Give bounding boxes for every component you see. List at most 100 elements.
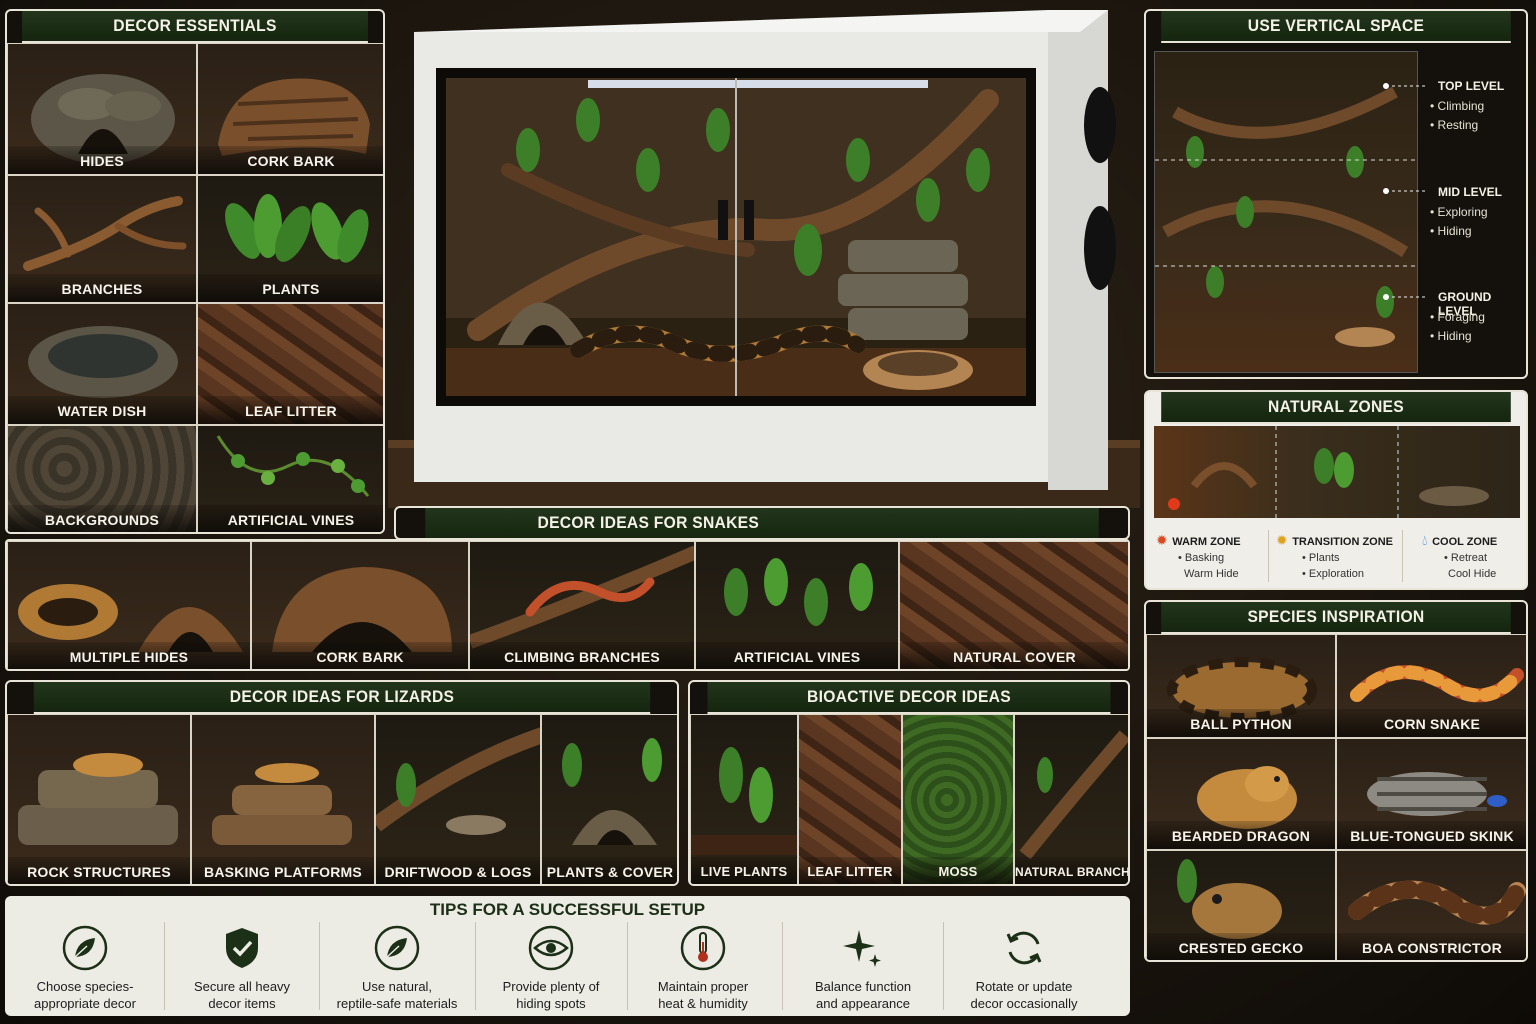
species-panel: SPECIES INSPIRATION BALL PYTHON CORN SNA…: [1144, 600, 1528, 962]
snake-label: CORK BARK: [252, 642, 468, 669]
tip-2: Secure all heavy decor items: [167, 918, 317, 1012]
lizards-panel: DECOR IDEAS FOR LIZARDS ROCK STRUCTURES …: [5, 680, 679, 886]
zone-cool: 💧︎ COOL ZONE • Retreat Cool Hide: [1422, 532, 1522, 582]
lizard-tile-driftwood-logs[interactable]: DRIFTWOOD & LOGS: [375, 714, 541, 884]
lizard-tile-rock-structures[interactable]: ROCK STRUCTURES: [7, 714, 191, 884]
terrarium-illustration: [388, 10, 1140, 508]
water-drop-icon: 💧︎: [1422, 532, 1428, 548]
tip-7-text: Rotate or update decor occasionally: [970, 979, 1078, 1011]
snake-tile-climbing-branches[interactable]: CLIMBING BRANCHES: [469, 541, 695, 669]
species-label: CRESTED GECKO: [1147, 933, 1335, 960]
level-top-use-1: • Climbing: [1430, 99, 1485, 113]
bioactive-tile-live-plants[interactable]: LIVE PLANTS: [690, 714, 798, 884]
tip-divider: [319, 922, 320, 1010]
snake-tile-cork-bark[interactable]: CORK BARK: [251, 541, 469, 669]
lizard-tile-basking-platforms[interactable]: BASKING PLATFORMS: [191, 714, 375, 884]
level-ground-use-1: • Foraging: [1430, 310, 1485, 324]
tip-3: Use natural, reptile-safe materials: [322, 918, 472, 1012]
thermometer-icon: [680, 925, 726, 971]
tips-title: TIPS FOR A SUCCESSFUL SETUP: [429, 900, 706, 919]
tip-divider: [943, 922, 944, 1010]
sun-half-icon: ✹: [1276, 532, 1288, 548]
snake-label: MULTIPLE HIDES: [8, 642, 250, 669]
snake-label: CLIMBING BRANCHES: [470, 642, 694, 669]
snake-label: NATURAL COVER: [900, 642, 1128, 669]
lizard-label: DRIFTWOOD & LOGS: [376, 857, 540, 884]
essential-label: CORK BARK: [198, 146, 383, 174]
lizards-title: DECOR IDEAS FOR LIZARDS: [33, 682, 651, 714]
essential-tile-leaf-litter[interactable]: LEAF LITTER: [197, 303, 383, 425]
tip-5: Maintain proper heat & humidity: [628, 918, 778, 1012]
bioactive-tile-leaf-litter[interactable]: LEAF LITTER: [798, 714, 902, 884]
tip-3-text: Use natural, reptile-safe materials: [336, 979, 458, 1011]
level-connector-lines: [1383, 83, 1428, 300]
species-label: BLUE-TONGUED SKINK: [1337, 821, 1526, 849]
species-label: BOA CONSTRICTOR: [1337, 933, 1526, 960]
species-tile-crested-gecko[interactable]: CRESTED GECKO: [1146, 850, 1336, 960]
essential-label: BRANCHES: [8, 274, 196, 302]
zone-transition-title: TRANSITION ZONE: [1292, 536, 1394, 548]
species-tile-bearded-dragon[interactable]: BEARDED DRAGON: [1146, 738, 1336, 850]
lizard-label: PLANTS & COVER: [542, 857, 677, 884]
level-ground-use-2: • Hiding: [1430, 329, 1472, 343]
bioactive-label: NATURAL BRANCHES: [1015, 857, 1128, 884]
level-mid-title: MID LEVEL: [1438, 185, 1503, 199]
lizard-tile-plants-cover[interactable]: PLANTS & COVER: [541, 714, 677, 884]
tip-6-text: Balance function and appearance: [814, 979, 912, 1011]
essential-tile-plants[interactable]: PLANTS: [197, 175, 383, 303]
bioactive-tile-natural-branches[interactable]: NATURAL BRANCHES: [1014, 714, 1128, 884]
zone-divider: [1268, 530, 1269, 582]
snake-tile-multiple-hides[interactable]: MULTIPLE HIDES: [7, 541, 251, 669]
tip-1-text: Choose species-appropriate decor: [34, 979, 136, 1011]
level-top-title: TOP LEVEL: [1438, 79, 1505, 93]
essential-tile-backgrounds[interactable]: BACKGROUNDS: [7, 425, 197, 532]
essential-tile-branches[interactable]: BRANCHES: [7, 175, 197, 303]
zone-cool-item-2: Cool Hide: [1448, 568, 1497, 580]
species-tile-blue-tongued-skink[interactable]: BLUE-TONGUED SKINK: [1336, 738, 1526, 850]
zone-warm: ✹ WARM ZONE • Basking Warm Hide: [1156, 532, 1266, 582]
zones-illustration: [1168, 426, 1489, 518]
sun-icon: ✹: [1156, 532, 1168, 548]
essential-label: HIDES: [8, 146, 196, 174]
tip-4-text: Provide plenty of hiding spots: [502, 979, 600, 1011]
zone-warm-item-1: • Basking: [1178, 552, 1225, 564]
natural-zones-image: [1154, 426, 1520, 518]
terrarium-hero: [388, 0, 1140, 508]
zone-cool-item-1: • Retreat: [1444, 552, 1487, 564]
species-tile-corn-snake[interactable]: CORN SNAKE: [1336, 634, 1526, 738]
vertical-enclosure-illustration: [1155, 86, 1419, 347]
essential-label: ARTIFICIAL VINES: [198, 505, 383, 532]
leaf-icon: [62, 925, 108, 971]
tip-5-text: Maintain proper heat & humidity: [657, 979, 749, 1011]
snakes-title: DECOR IDEAS FOR SNAKES: [425, 508, 1099, 538]
species-tile-boa-constrictor[interactable]: BOA CONSTRICTOR: [1336, 850, 1526, 960]
zone-transition-item-1: • Plants: [1302, 552, 1340, 564]
bioactive-tile-moss[interactable]: MOSS: [902, 714, 1014, 884]
species-label: BEARDED DRAGON: [1147, 821, 1335, 849]
eye-icon: [528, 925, 574, 971]
level-mid-use-2: • Hiding: [1430, 224, 1472, 238]
species-title: SPECIES INSPIRATION: [1161, 602, 1511, 634]
snake-tile-artificial-vines[interactable]: ARTIFICIAL VINES: [695, 541, 899, 669]
essential-tile-hides[interactable]: HIDES: [7, 43, 197, 175]
zone-transition-item-2: • Exploration: [1302, 568, 1364, 580]
vertical-space-panel: USE VERTICAL SPACE TOP LEVEL • Climbing …: [1144, 9, 1528, 379]
species-tile-ball-python[interactable]: BALL PYTHON: [1146, 634, 1336, 738]
zone-divider: [1402, 530, 1403, 582]
tip-1: Choose species-appropriate decor: [10, 918, 160, 1012]
zone-warm-title: WARM ZONE: [1172, 536, 1241, 548]
tip-2-text: Secure all heavy decor items: [193, 979, 291, 1011]
tip-4: Provide plenty of hiding spots: [476, 918, 626, 1012]
essential-tile-water-dish[interactable]: WATER DISH: [7, 303, 197, 425]
species-label: CORN SNAKE: [1337, 709, 1526, 737]
bioactive-title: BIOACTIVE DECOR IDEAS: [707, 682, 1111, 714]
natural-zones-title: NATURAL ZONES: [1161, 392, 1511, 424]
essential-tile-cork-bark[interactable]: CORK BARK: [197, 43, 383, 175]
vertical-space-image: [1154, 51, 1419, 373]
lizard-label: BASKING PLATFORMS: [192, 857, 374, 884]
vertical-space-title: USE VERTICAL SPACE: [1161, 11, 1511, 43]
snake-tile-natural-cover[interactable]: NATURAL COVER: [899, 541, 1128, 669]
snakes-title-bar: DECOR IDEAS FOR SNAKES: [394, 506, 1130, 540]
bioactive-panel: BIOACTIVE DECOR IDEAS LIVE PLANTS LEAF L…: [688, 680, 1130, 886]
essential-tile-artificial-vines[interactable]: ARTIFICIAL VINES: [197, 425, 383, 532]
